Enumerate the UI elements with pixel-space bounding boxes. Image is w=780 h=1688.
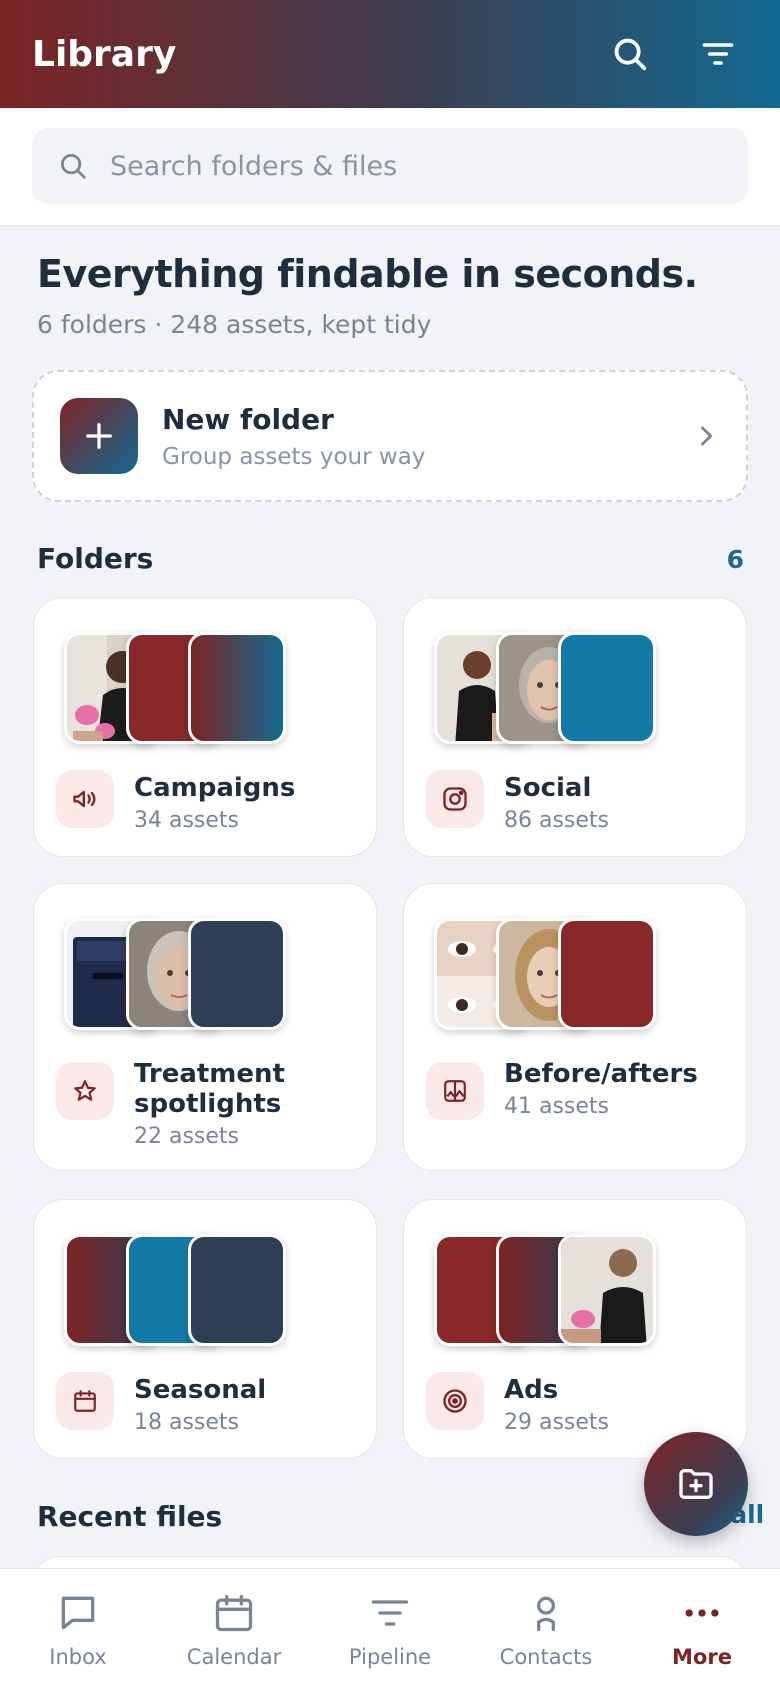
calendar-icon	[56, 1372, 114, 1430]
folder-name: Treatment spotlights	[134, 1059, 285, 1119]
folder-card-social[interactable]: Social 86 assets	[403, 597, 747, 857]
app-bar: Library	[0, 0, 780, 108]
thumbnail-gradient	[188, 632, 286, 744]
image-compare-icon	[426, 1062, 484, 1120]
folder-thumbnails	[64, 918, 304, 1030]
folder-card-ads[interactable]: Ads 29 assets	[403, 1199, 747, 1459]
nav-item-pipeline[interactable]: Pipeline	[312, 1569, 468, 1688]
folder-thumbnails	[434, 1234, 674, 1346]
plus-icon	[60, 398, 138, 474]
page-title: Library	[32, 33, 177, 75]
chevron-right-icon	[701, 426, 713, 446]
chat-icon	[61, 1596, 95, 1630]
folder-thumbnails	[434, 918, 674, 1030]
folders-count: 6	[726, 545, 744, 574]
folder-name: Social	[504, 773, 592, 803]
nav-label: More	[672, 1645, 732, 1669]
new-folder-subtitle: Group assets your way	[162, 443, 426, 470]
folders-heading: Folders	[37, 542, 154, 575]
folder-name: Campaigns	[134, 773, 296, 803]
target-icon	[426, 1372, 484, 1430]
thumbnail-photo	[558, 1234, 656, 1346]
thumbnail-red	[558, 918, 656, 1030]
new-folder-fab[interactable]	[644, 1432, 748, 1536]
thumbnail-navy	[188, 1234, 286, 1346]
folder-thumbnails	[64, 1234, 304, 1346]
search-input[interactable]	[110, 150, 670, 182]
nav-item-contacts[interactable]: Contacts	[468, 1569, 624, 1688]
folder-name: Ads	[504, 1375, 559, 1405]
folder-asset-count: 29 assets	[504, 1410, 610, 1435]
nav-label: Calendar	[186, 1645, 282, 1669]
more-dots-icon	[685, 1609, 719, 1617]
nav-label: Pipeline	[348, 1645, 432, 1669]
folder-asset-count: 18 assets	[134, 1410, 240, 1435]
nav-label: Contacts	[499, 1645, 593, 1669]
nav-item-more[interactable]: More	[624, 1569, 780, 1688]
folder-name: Seasonal	[134, 1375, 267, 1405]
search-bar-container	[0, 108, 780, 226]
nav-item-calendar[interactable]: Calendar	[156, 1569, 312, 1688]
calendar-icon	[215, 1594, 253, 1632]
search-button[interactable]	[600, 24, 660, 84]
folder-card-campaigns[interactable]: Campaigns 34 assets	[33, 597, 377, 857]
search-bar	[32, 128, 748, 204]
hero-subtitle: 6 folders · 248 assets, kept tidy	[37, 310, 432, 339]
folder-card-treatment-spotlights[interactable]: Treatment spotlights 22 assets	[33, 883, 377, 1171]
nav-label: Inbox	[49, 1645, 107, 1669]
search-icon	[614, 38, 647, 71]
person-icon	[537, 1596, 555, 1632]
new-folder-button[interactable]: New folder Group assets your way	[32, 370, 748, 502]
star-icon	[56, 1062, 114, 1120]
thumbnail-blue	[558, 632, 656, 744]
bottom-nav: Inbox Calendar Pipeline Contacts More	[0, 1568, 780, 1688]
search-icon	[61, 154, 86, 179]
folder-card-before-afters[interactable]: Before/afters 41 assets	[403, 883, 747, 1171]
megaphone-icon	[56, 770, 114, 828]
filter-icon	[702, 43, 734, 65]
filter-icon	[371, 1600, 409, 1626]
recent-files-heading: Recent files	[37, 1500, 223, 1533]
folder-asset-count: 34 assets	[134, 808, 240, 833]
folder-thumbnails	[434, 632, 674, 744]
folder-asset-count: 86 assets	[504, 808, 610, 833]
folder-asset-count: 22 assets	[134, 1124, 240, 1149]
new-folder-title: New folder	[162, 402, 334, 436]
folder-name: Before/afters	[504, 1059, 698, 1089]
folder-card-seasonal[interactable]: Seasonal 18 assets	[33, 1199, 377, 1459]
instagram-icon	[426, 770, 484, 828]
thumbnail-navy	[188, 918, 286, 1030]
folder-asset-count: 41 assets	[504, 1094, 610, 1119]
nav-item-inbox[interactable]: Inbox	[0, 1569, 156, 1688]
hero-title: Everything findable in seconds.	[37, 252, 698, 296]
folder-thumbnails	[64, 632, 304, 744]
folder-plus-icon	[679, 1469, 713, 1499]
filter-button[interactable]	[688, 24, 748, 84]
